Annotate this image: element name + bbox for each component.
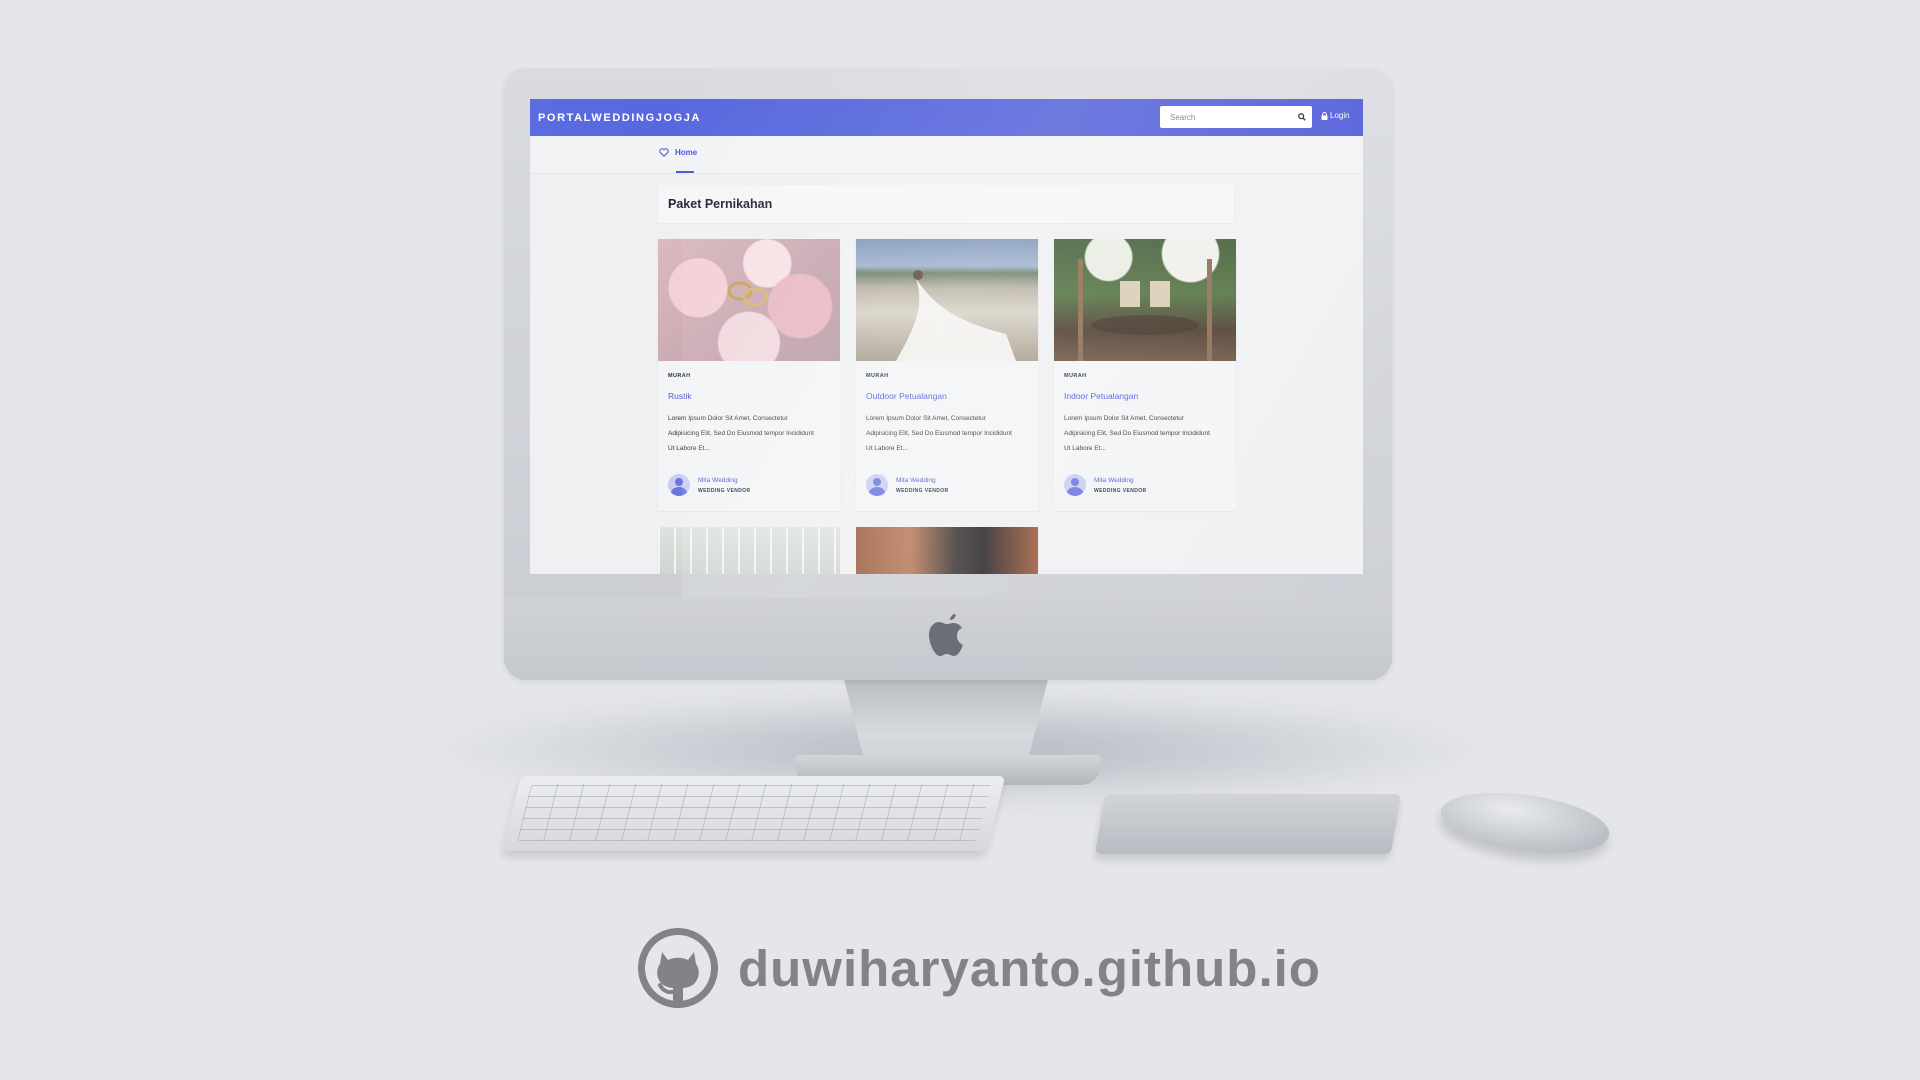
author-role: WEDDING VENDOR	[1094, 487, 1147, 494]
author-role: WEDDING VENDOR	[698, 487, 751, 494]
card-author[interactable]: Mita Wedding WEDDING VENDOR	[866, 474, 949, 496]
card-image-rings-bouquet	[658, 239, 840, 361]
card-description: Lorem Ipsum Dolor Sit Amet, Consectetur …	[668, 415, 814, 452]
mouse	[1436, 783, 1614, 863]
card-category: MURAH	[1064, 373, 1087, 379]
keyboard	[502, 776, 1006, 851]
package-card[interactable]: MURAH Rustik Lorem Ipsum Dolor Sit Amet,…	[658, 239, 840, 511]
active-nav-indicator	[676, 171, 694, 173]
card-author[interactable]: Mita Wedding WEDDING VENDOR	[668, 474, 751, 496]
bride-dress-shape	[896, 270, 1016, 361]
github-icon	[638, 928, 718, 1008]
site-brand[interactable]: PORTALWEDDINGJOGJA	[538, 112, 701, 124]
card-image-wedding-arch	[1054, 239, 1236, 361]
package-card[interactable]	[856, 527, 1038, 574]
lock-icon	[1321, 111, 1328, 120]
trackpad	[1094, 794, 1402, 854]
card-title-link[interactable]: Rustik	[668, 391, 830, 401]
heart-icon	[659, 148, 669, 157]
apple-logo-icon	[929, 614, 963, 656]
rings-icon	[727, 281, 768, 307]
card-title-link[interactable]: Indoor Petualangan	[1064, 391, 1226, 401]
nav-item-home-label: Home	[675, 148, 698, 157]
author-name[interactable]: Mita Wedding	[1094, 477, 1147, 484]
search-icon	[1298, 113, 1306, 121]
card-image-couple	[856, 527, 1038, 574]
footer-brand: duwiharyanto.github.io	[636, 926, 1321, 1010]
package-card[interactable]: MURAH Indoor Petualangan Lorem Ipsum Dol…	[1054, 239, 1236, 511]
search-bar	[1160, 106, 1312, 128]
package-card[interactable]	[658, 527, 840, 574]
sub-navbar: Home	[530, 136, 1363, 174]
login-label: Login	[1330, 111, 1350, 120]
top-navbar: PORTALWEDDINGJOGJA Login	[530, 99, 1363, 136]
search-input[interactable]	[1160, 112, 1292, 122]
avatar	[866, 474, 888, 496]
avatar	[668, 474, 690, 496]
card-image-bride-stairs	[856, 239, 1038, 361]
author-name[interactable]: Mita Wedding	[698, 477, 751, 484]
search-button[interactable]	[1292, 106, 1312, 128]
section-title: Paket Pernikahan	[658, 185, 1234, 223]
card-title-link[interactable]: Outdoor Petualangan	[866, 391, 1028, 401]
nav-item-home[interactable]: Home	[659, 148, 697, 157]
card-category: MURAH	[668, 373, 691, 379]
avatar	[1064, 474, 1086, 496]
website-screen: PORTALWEDDINGJOGJA Login Home	[530, 99, 1363, 574]
arch-chairs-shape	[1078, 259, 1212, 361]
card-author[interactable]: Mita Wedding WEDDING VENDOR	[1064, 474, 1147, 496]
login-link[interactable]: Login	[1321, 111, 1350, 120]
package-card[interactable]: MURAH Outdoor Petualangan Lorem Ipsum Do…	[856, 239, 1038, 511]
footer-text: duwiharyanto.github.io	[738, 939, 1321, 997]
card-category: MURAH	[866, 373, 889, 379]
author-name[interactable]: Mita Wedding	[896, 477, 949, 484]
card-description: Lorem Ipsum Dolor Sit Amet, Consectetur …	[1064, 415, 1210, 452]
card-image-indoor-ceremony	[658, 527, 840, 574]
keyboard-keys	[517, 784, 992, 841]
card-description: Lorem Ipsum Dolor Sit Amet, Consectetur …	[866, 415, 1012, 452]
author-role: WEDDING VENDOR	[896, 487, 949, 494]
